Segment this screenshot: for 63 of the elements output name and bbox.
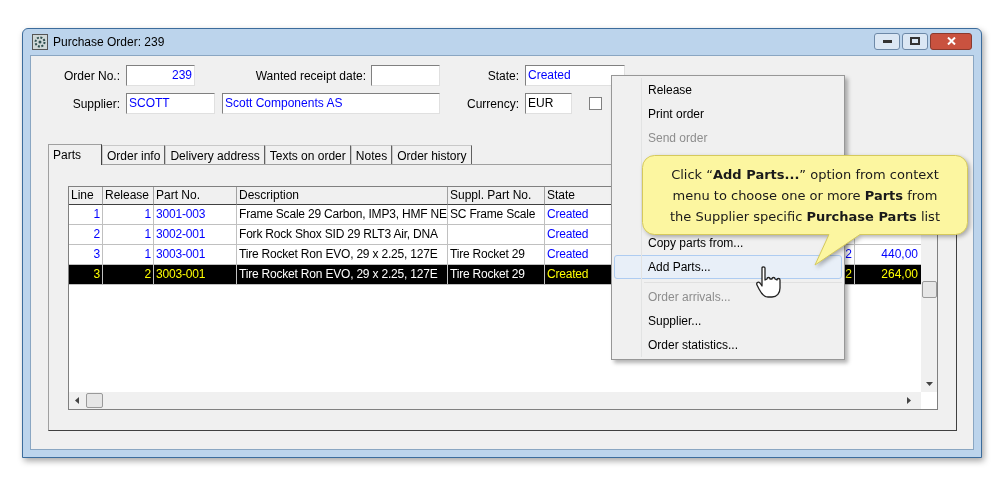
table-cell-text: Frame Scale 29 Carbon, IMP3, HMF NE bbox=[238, 206, 447, 223]
field-label: Order No.: bbox=[64, 67, 120, 85]
table-cell-text: Tire Rocket Ron EVO, 29 x 2.25, 127E bbox=[238, 246, 439, 263]
table-cell-text: 3003-001 bbox=[155, 246, 207, 263]
menu-item[interactable]: Order statistics... bbox=[614, 333, 842, 357]
menu-item[interactable]: Supplier... bbox=[614, 309, 842, 333]
tab[interactable]: Order history bbox=[392, 145, 472, 164]
table-cell-text: 3 bbox=[92, 246, 101, 263]
table-cell-text: Fork Rock Shox SID 29 RLT3 Air, DNA bbox=[238, 226, 439, 243]
table-cell-text: 3001-003 bbox=[155, 206, 207, 223]
supplier-code-field[interactable]: SCOTT bbox=[126, 93, 215, 114]
table-cell-text: 3003-001 bbox=[155, 266, 207, 283]
supplier-name-field[interactable]: Scott Components AS bbox=[222, 93, 440, 114]
table-cell-text: 2 bbox=[143, 266, 152, 283]
table-cell-text: 1 bbox=[143, 246, 152, 263]
table-cell-text: Created bbox=[546, 206, 590, 223]
scrollbar-thumb[interactable] bbox=[86, 393, 103, 408]
table-cell-text: SC Frame Scale bbox=[449, 206, 537, 223]
tab[interactable]: Texts on order bbox=[264, 145, 351, 164]
table-cell-text: 3002-001 bbox=[155, 226, 207, 243]
field-label: Supplier: bbox=[72, 95, 120, 113]
close-button[interactable] bbox=[930, 32, 972, 50]
scroll-down-icon[interactable] bbox=[925, 382, 933, 386]
maximize-icon bbox=[910, 37, 920, 45]
currency-field[interactable]: EUR bbox=[525, 93, 572, 114]
tab[interactable]: Parts bbox=[48, 144, 102, 165]
tab[interactable]: Delivery address bbox=[165, 145, 265, 164]
table-cell-text: 1 bbox=[143, 226, 152, 243]
order-no-field[interactable]: 239 bbox=[126, 65, 195, 86]
tab[interactable]: Notes bbox=[350, 145, 393, 164]
scroll-left-icon[interactable] bbox=[75, 397, 79, 404]
field-label: State: bbox=[487, 67, 519, 85]
table-cell-text: Created bbox=[546, 226, 590, 243]
maximize-button[interactable] bbox=[902, 32, 928, 50]
app-icon bbox=[32, 34, 48, 50]
close-icon bbox=[946, 37, 956, 45]
table-cell-text: 2 bbox=[844, 266, 853, 283]
table-cell-text: Created bbox=[546, 246, 590, 263]
horizontal-scrollbar[interactable] bbox=[69, 392, 921, 409]
table-cell-text: Tire Rocket 29 bbox=[449, 246, 526, 263]
menu-item[interactable]: Add Parts... bbox=[614, 255, 842, 280]
field-label: Wanted receipt date: bbox=[255, 67, 366, 85]
minimize-button[interactable] bbox=[874, 32, 900, 50]
scroll-right-icon[interactable] bbox=[907, 397, 911, 404]
table-cell-text: 264,00 bbox=[880, 266, 919, 283]
table-cell-text: 2 bbox=[844, 246, 853, 263]
scrollbar-thumb[interactable] bbox=[921, 281, 937, 298]
minimize-icon bbox=[882, 39, 892, 43]
field-label: Currency: bbox=[467, 95, 519, 113]
window-title: Purchase Order: 239 bbox=[53, 34, 165, 51]
checkbox[interactable] bbox=[589, 97, 602, 110]
table-cell-text: 1 bbox=[92, 206, 101, 223]
table-cell-text: 2 bbox=[92, 226, 101, 243]
wanted-receipt-date-field[interactable] bbox=[371, 65, 440, 86]
table-cell-text: Created bbox=[546, 266, 590, 283]
table-cell-text: 1 bbox=[143, 206, 152, 223]
table-cell-text: Tire Rocket Ron EVO, 29 x 2.25, 127E bbox=[238, 266, 439, 283]
state-field[interactable]: Created bbox=[525, 65, 625, 86]
table-cell-text: Tire Rocket 29 bbox=[449, 266, 526, 283]
menu-item[interactable]: Print order bbox=[614, 102, 842, 126]
table-cell-text: 440,00 bbox=[880, 246, 919, 263]
tab[interactable]: Order info bbox=[102, 145, 166, 164]
table-cell-text: 3 bbox=[92, 266, 101, 283]
